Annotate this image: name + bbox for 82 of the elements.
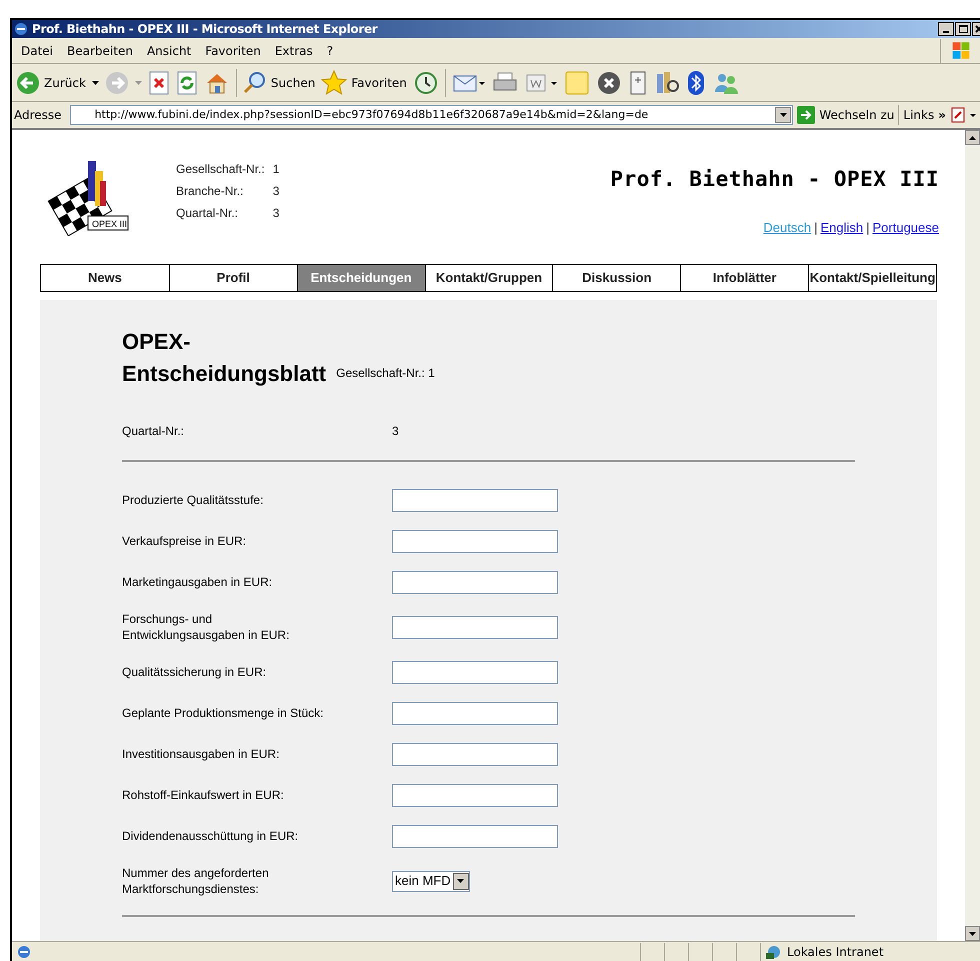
nav-tab[interactable]: Kontakt/Spielleitung [808,265,936,291]
site-title: Prof. Biethahn - OPEX III [610,166,939,193]
input-field[interactable] [392,660,558,684]
address-field[interactable]: http://www.fubini.de/index.php?sessionID=ebc973f07694d8b11e6f320687a9e14b&mid=2&lang=de [70,105,794,125]
menu-item[interactable]: Bearbeiten [62,42,138,60]
quarter-value: 3 [392,423,399,440]
logo-text: OPEX III [92,218,128,231]
nav-tab[interactable]: Kontakt/Gruppen [424,265,552,291]
caret-icon [457,879,464,883]
field-label: Forschungs- und Entwicklungsausgaben in EUR: [122,611,290,643]
zone-label: Lokales Intranet [787,944,884,960]
select-field[interactable]: kein MFD [392,870,470,892]
field-label: Investitionsausgaben in EUR: [122,746,280,762]
scrollbar[interactable] [965,130,980,941]
close-circle-icon[interactable] [596,70,622,96]
maximize-button[interactable] [955,22,971,36]
input-field[interactable] [392,824,558,848]
info-value: 3 [272,205,280,222]
field-label: Marketingausgaben in EUR: [122,574,274,590]
info-label: Quartal-Nr.: [176,205,240,222]
close-button[interactable] [972,22,980,36]
search-icon [242,70,267,94]
window-title: Prof. Biethahn - OPEX III - Microsoft Internet Explorer [32,21,379,38]
address-label: Adresse [14,107,63,124]
dropdown-button[interactable] [452,872,469,890]
field-label: Geplante Produktionsmenge in Stück: [122,705,324,721]
caret-icon [969,932,976,936]
links-label[interactable]: Links [903,106,934,124]
field-label: Verkaufspreise in EUR: [122,533,248,549]
input-field[interactable] [392,530,558,552]
menu-item[interactable]: Extras [270,42,318,60]
history-icon[interactable] [412,70,439,94]
field-label: Nummer des angeforderten Marktforschungsdienstes: [122,865,270,897]
device-icon[interactable] [628,70,648,96]
caret-icon [969,136,976,140]
select-value: kein MFD [395,872,451,890]
refresh-icon[interactable] [176,70,198,94]
menu-item[interactable]: Favoriten [200,42,266,60]
scroll-up-button[interactable] [965,130,980,145]
quarter-label: Quartal-Nr.: [122,423,186,440]
menu-item[interactable]: Datei [16,42,58,60]
input-field[interactable] [392,784,558,806]
chevron-button[interactable]: » [938,106,946,124]
info-value: 1 [272,161,280,178]
info-value: 3 [272,183,280,200]
form-heading: OPEX- Entscheidungsblatt [122,328,326,388]
field-label: Produzierte Qualitätsstufe: [122,492,264,508]
input-field[interactable] [392,570,558,594]
search-button[interactable]: Suchen [242,70,316,94]
url-text: http://www.fubini.de/index.php?sessionID=ebc973f07694d8b11e6f320687a9e14b&mid=2&lang=de [94,106,650,123]
field-label: Dividendenausschüttung in EUR: [122,828,300,844]
menu-item[interactable]: ? [322,42,338,60]
back-button[interactable]: Zurück [16,70,86,94]
bluetooth-icon[interactable] [686,70,706,96]
language-link[interactable]: English [820,218,864,237]
input-field[interactable] [392,488,558,512]
page-icon [16,944,32,960]
language-link[interactable]: Portuguese [872,218,939,237]
dropdown-button[interactable] [775,107,792,123]
star-icon [321,70,348,96]
company-label: Gesellschaft-Nr.: 1 [336,365,435,382]
network-icon [765,944,783,960]
separator: | [813,218,818,237]
input-field[interactable] [392,702,558,724]
info-label: Branche-Nr.: [176,183,244,200]
caret-icon[interactable] [92,80,99,84]
minimize-button[interactable] [938,22,954,36]
nav-tab[interactable]: Diskussion [552,265,680,291]
stop-icon[interactable] [148,70,170,94]
menu-item[interactable]: Ansicht [142,42,196,60]
favorites-button[interactable]: Favoriten [321,70,407,96]
go-button[interactable]: Wechseln zu [797,106,894,124]
input-field[interactable] [392,742,558,766]
separator: | [865,218,870,237]
caret-icon [780,113,787,117]
browser-icon [14,22,28,36]
info-label: Gesellschaft-Nr.: [176,161,265,178]
scroll-down-button[interactable] [965,926,980,941]
field-label: Qualitätssicherung in EUR: [122,664,268,680]
field-label: Rohstoff-Einkaufswert in EUR: [122,787,285,803]
input-field[interactable] [392,616,558,638]
nav-tab[interactable]: Entscheidungen [296,265,425,291]
